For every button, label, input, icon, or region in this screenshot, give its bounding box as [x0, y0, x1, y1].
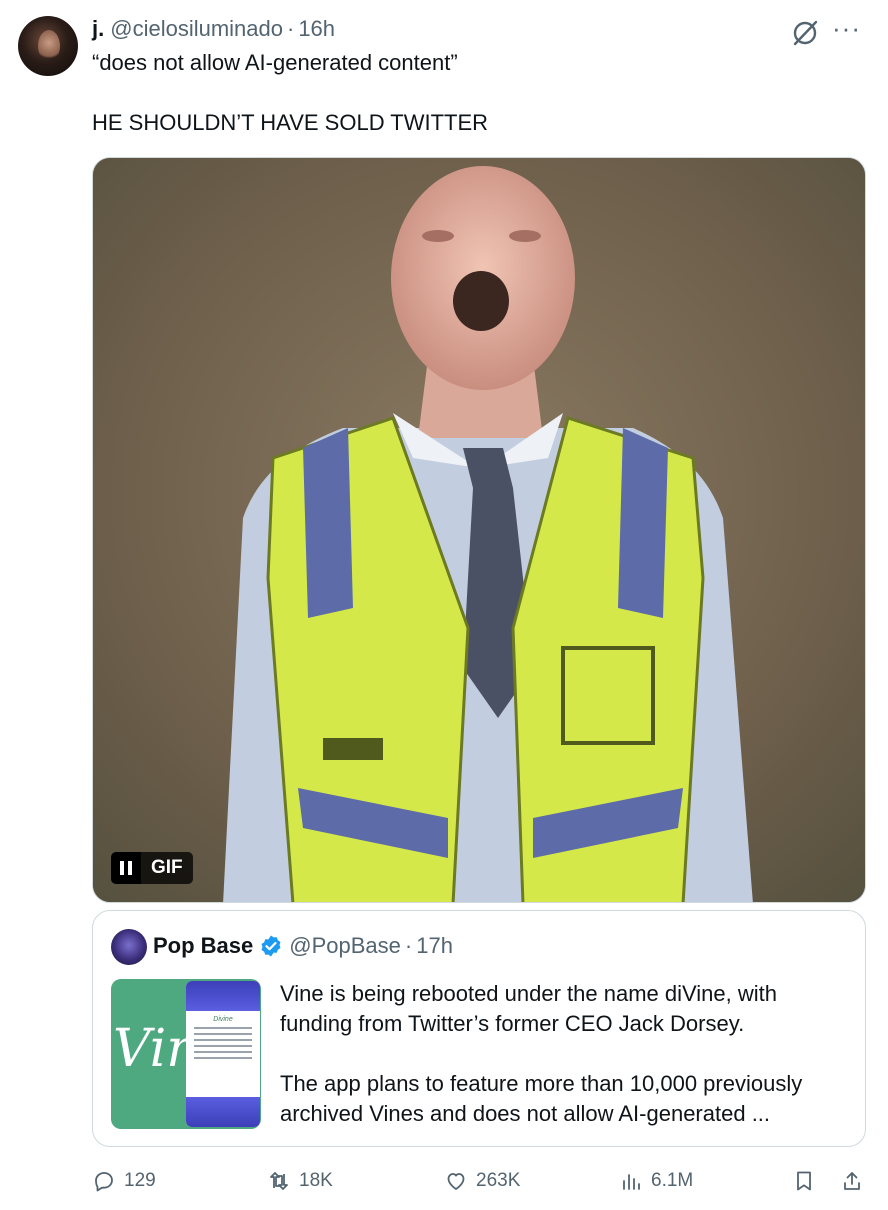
reply-count: 129: [124, 1170, 156, 1191]
gif-badge[interactable]: GIF: [111, 852, 193, 884]
quoted-tweet-card[interactable]: Pop Base @PopBase · 17h Vin Divine Vine …: [92, 910, 866, 1147]
views-button[interactable]: 6.1M: [619, 1164, 693, 1198]
reply-icon: [95, 1172, 113, 1192]
quoted-author-name[interactable]: Pop Base: [153, 933, 253, 959]
action-bar: 129 18K 263K 6.1M: [92, 1164, 872, 1198]
header-separator: ·: [286, 16, 295, 41]
share-button[interactable]: [840, 1164, 864, 1198]
more-icon[interactable]: ···: [832, 15, 872, 46]
views-count: 6.1M: [651, 1170, 694, 1191]
share-icon: [844, 1172, 860, 1190]
reply-button[interactable]: 129: [92, 1164, 156, 1198]
tweet-header: j. @cielosiluminado · 16h: [92, 16, 335, 46]
pause-icon[interactable]: [111, 852, 141, 884]
tweet-text: “does not allow AI-generated content” HE…: [92, 50, 852, 136]
views-chart-icon: [623, 1174, 640, 1190]
gif-label: GIF: [141, 852, 193, 884]
quoted-text-paragraph-1: Vine is being rebooted under the name di…: [280, 981, 777, 1036]
repost-button[interactable]: 18K: [267, 1164, 333, 1198]
repost-icon: [270, 1172, 288, 1190]
app-screenshot: Divine: [186, 981, 260, 1127]
author-display-name[interactable]: j.: [92, 16, 104, 42]
bookmark-button[interactable]: [792, 1164, 816, 1198]
like-count: 263K: [476, 1170, 521, 1191]
verified-badge-icon: [261, 935, 281, 957]
quoted-author-handle[interactable]: @PopBase: [289, 933, 401, 959]
quoted-tweet-timestamp[interactable]: 17h: [416, 933, 453, 959]
bookmark-icon: [797, 1171, 811, 1191]
tweet-text-caption-line: HE SHOULDN’T HAVE SOLD TWITTER: [92, 110, 489, 135]
repost-count: 18K: [299, 1170, 333, 1191]
quoted-tweet-header: Pop Base @PopBase · 17h: [153, 933, 453, 959]
author-avatar[interactable]: [18, 16, 78, 76]
gif-image: [93, 158, 865, 902]
tweet-timestamp[interactable]: 16h: [298, 16, 335, 42]
quoted-header-separator: ·: [404, 933, 413, 958]
quoted-author-avatar[interactable]: [111, 929, 147, 965]
quoted-text-paragraph-2: The app plans to feature more than 10,00…: [280, 1071, 803, 1126]
like-button[interactable]: 263K: [444, 1164, 520, 1198]
quoted-media-thumbnail[interactable]: Vin Divine: [111, 979, 261, 1129]
author-handle[interactable]: @cielosiluminado: [110, 16, 283, 42]
heart-icon: [447, 1173, 465, 1190]
tweet-text-quote-line: “does not allow AI-generated content”: [92, 50, 458, 75]
grok-icon[interactable]: [790, 18, 820, 48]
gif-media[interactable]: [92, 157, 866, 903]
app-screenshot-title: Divine: [213, 1016, 233, 1023]
quoted-tweet-text: Vine is being rebooted under the name di…: [280, 979, 850, 1129]
